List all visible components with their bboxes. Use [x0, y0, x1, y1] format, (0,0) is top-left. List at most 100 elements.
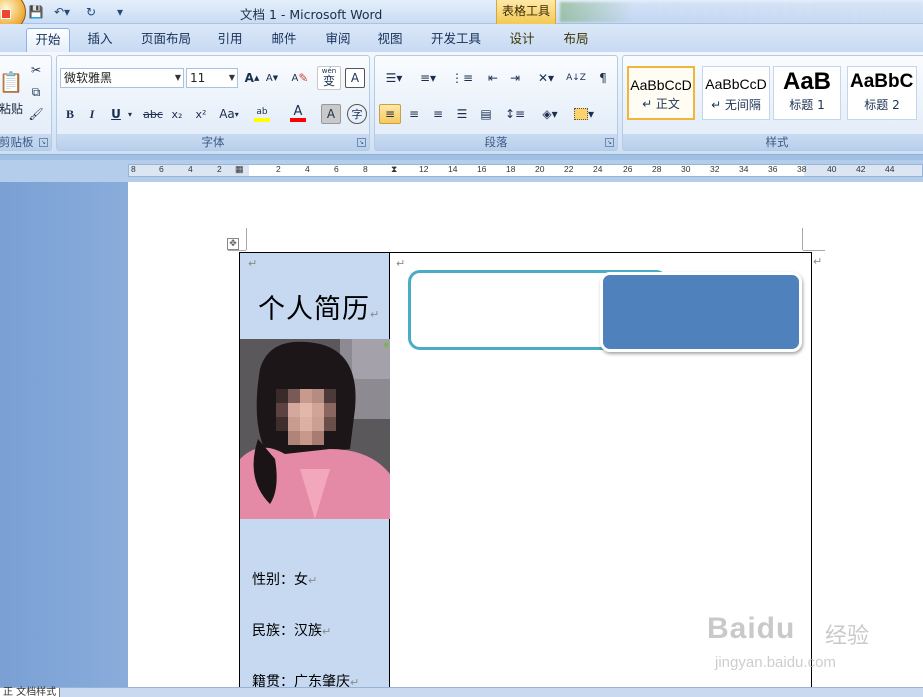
decrease-indent-icon[interactable]: ⇤: [483, 68, 503, 88]
profile-photo-image: [240, 339, 390, 519]
style-heading-1[interactable]: AaB 标题 1: [773, 66, 841, 120]
underline-dropdown-icon[interactable]: ▾: [125, 104, 135, 124]
font-group-label: 字体: [57, 134, 369, 150]
strikethrough-button[interactable]: abc: [141, 104, 165, 124]
filled-rounded-rectangle[interactable]: [600, 272, 802, 352]
ruler-number: 8: [131, 164, 136, 174]
left-column-cell[interactable]: ↵ 个人简历↵ 性别：女↵ 民族：汉族↵ 籍贯：广东肇庆↵: [240, 253, 390, 697]
copy-icon[interactable]: ⧉: [27, 82, 45, 102]
clipboard-launcher-icon[interactable]: ↘: [39, 138, 48, 147]
paragraph-group-label: 段落: [375, 134, 617, 150]
ruler-number: 16: [477, 164, 487, 174]
watermark-url: jingyan.baidu.com: [715, 654, 836, 671]
borders-icon[interactable]: ▾: [569, 104, 599, 124]
ruler-number: 44: [885, 164, 895, 174]
bold-button[interactable]: B: [61, 104, 79, 124]
shrink-font-button[interactable]: A ▼: [263, 68, 281, 88]
align-left-icon[interactable]: ≡: [379, 104, 401, 124]
tab-home[interactable]: 开始: [26, 28, 70, 52]
status-bar: 正 文档样式: [0, 687, 923, 697]
shading-icon[interactable]: ◈▾: [535, 104, 565, 124]
multilevel-list-icon[interactable]: ⋮≡: [447, 68, 477, 88]
crop-mark: [802, 228, 803, 250]
column-marker-icon[interactable]: ▦: [235, 164, 244, 175]
highlight-color-button[interactable]: ab: [247, 104, 277, 124]
font-group: 微软雅黑 ▼ 11 ▼ A ▲ A ▼ A ✎ wén 变 A B I U ▾ abc …: [56, 55, 370, 151]
font-name-combo[interactable]: 微软雅黑 ▼: [60, 68, 184, 88]
tab-layout[interactable]: 布局: [556, 28, 596, 52]
style-heading-2[interactable]: AaBbC 标题 2: [847, 66, 917, 120]
tab-mailings[interactable]: 邮件: [264, 28, 304, 52]
cut-icon[interactable]: ✂: [27, 60, 45, 80]
indent-marker-icon[interactable]: ⧗: [391, 164, 397, 175]
paste-icon[interactable]: 📋: [0, 62, 23, 102]
paragraph-launcher-icon[interactable]: ↘: [605, 138, 614, 147]
tab-review[interactable]: 审阅: [318, 28, 358, 52]
customize-qat-icon[interactable]: ▾: [114, 3, 126, 20]
ruler-number: 12: [419, 164, 429, 174]
ruler-number: 2: [276, 164, 281, 174]
character-border-button[interactable]: A: [345, 68, 365, 88]
font-name-value: 微软雅黑: [64, 71, 113, 85]
numbering-icon[interactable]: ≡▾: [413, 68, 443, 88]
distributed-icon[interactable]: ▤: [475, 104, 497, 124]
sort-icon[interactable]: A↓Z: [565, 68, 587, 88]
profile-photo[interactable]: [240, 339, 390, 519]
character-shading-button[interactable]: A: [321, 104, 341, 124]
increase-indent-icon[interactable]: ⇥: [505, 68, 525, 88]
subscript-button[interactable]: x₂: [167, 104, 187, 124]
tab-developer[interactable]: 开发工具: [424, 28, 488, 52]
chinese-layout-icon[interactable]: ✕▾: [531, 68, 561, 88]
ruler-number: 34: [739, 164, 749, 174]
font-launcher-icon[interactable]: ↘: [357, 138, 366, 147]
ruler-number: 30: [681, 164, 691, 174]
ribbon: 📋 粘贴 ✂ ⧉ 🖌 剪贴板 ↘ 微软雅黑 ▼ 11 ▼ A ▲ A ▼ A ✎ wé…: [0, 52, 923, 155]
horizontal-ruler[interactable]: 8 6 4 2 ▦ 2 4 6 8 ⧗ 12 14 16 18 20 22 24…: [128, 164, 923, 177]
row-end-mark: ↵: [813, 255, 823, 268]
clear-formatting-button[interactable]: A ✎: [289, 68, 311, 88]
paragraph-group: ☰▾ ≡▾ ⋮≡ ⇤ ⇥ ✕▾ A↓Z ¶ ≡ ≡ ≡ ☰ ▤ ↕≡ ◈▾ ▾ …: [374, 55, 618, 151]
ruler-number: 14: [448, 164, 458, 174]
show-marks-icon[interactable]: ¶: [593, 68, 613, 88]
tab-page-layout[interactable]: 页面布局: [134, 28, 198, 52]
justify-icon[interactable]: ☰: [451, 104, 473, 124]
status-bar-item[interactable]: 正 文档样式: [0, 688, 61, 697]
undo-icon[interactable]: ↶▾: [50, 3, 74, 20]
align-center-icon[interactable]: ≡: [403, 104, 425, 124]
style-no-spacing[interactable]: AaBbCcD ↵ 无间隔: [702, 66, 770, 120]
font-size-value: 11: [190, 71, 206, 85]
watermark-cn: 经验: [825, 624, 870, 649]
tab-insert[interactable]: 插入: [80, 28, 120, 52]
phonetic-guide-button[interactable]: wén 变: [317, 66, 341, 90]
tab-design[interactable]: 设计: [502, 28, 542, 52]
table-tools-context-label: 表格工具: [496, 0, 556, 24]
ruler-number: 6: [159, 164, 164, 174]
superscript-button[interactable]: x²: [191, 104, 211, 124]
line-spacing-icon[interactable]: ↕≡: [501, 104, 529, 124]
save-icon[interactable]: 💾: [28, 3, 44, 20]
font-color-button[interactable]: A: [283, 104, 313, 124]
ruler-number: 22: [564, 164, 574, 174]
watermark-brand: Baidu: [707, 612, 796, 645]
gender-field: 性别：女↵: [252, 572, 318, 588]
align-right-icon[interactable]: ≡: [427, 104, 449, 124]
ruler-number: 18: [506, 164, 516, 174]
italic-button[interactable]: I: [83, 104, 101, 124]
enclose-characters-button[interactable]: 字: [347, 104, 367, 124]
tab-references[interactable]: 引用: [210, 28, 250, 52]
format-painter-icon[interactable]: 🖌: [27, 104, 45, 124]
paragraph-mark: ↵: [248, 257, 258, 270]
tab-view[interactable]: 视图: [370, 28, 410, 52]
style-normal[interactable]: AaBbCcD ↵ 正文: [627, 66, 695, 120]
table-move-handle-icon[interactable]: ✥: [227, 238, 239, 250]
change-case-button[interactable]: Aa ▾: [215, 104, 243, 124]
bullets-icon[interactable]: ☰▾: [379, 68, 409, 88]
redo-icon[interactable]: ↻: [82, 3, 100, 20]
font-size-combo[interactable]: 11 ▼: [186, 68, 238, 88]
style-normal-sample: AaBbCcD: [630, 77, 692, 93]
ruler-number: 42: [856, 164, 866, 174]
style-heading-1-name: 标题 1: [789, 98, 825, 112]
grow-font-button[interactable]: A ▲: [243, 68, 261, 88]
ruler-number: 38: [797, 164, 807, 174]
underline-button[interactable]: U: [107, 104, 125, 124]
